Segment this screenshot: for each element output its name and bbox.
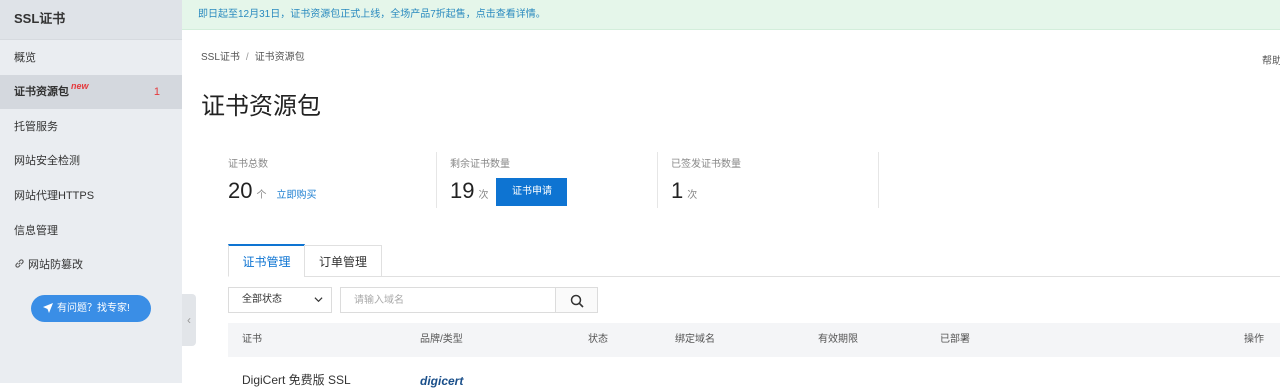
new-badge: new <box>71 81 89 91</box>
table-header: 证书 品牌/类型 状态 绑定域名 有效期限 已部署 操作 <box>228 323 1280 357</box>
sidebar-item-security-scan[interactable]: 网站安全检测 <box>0 144 182 178</box>
status-select-value: 全部状态 <box>242 294 282 305</box>
sidebar-item-tamper-protection[interactable]: 网站防篡改 <box>0 248 182 282</box>
count-badge: 1 <box>153 86 160 98</box>
help-link[interactable]: 帮助 <box>1262 52 1280 67</box>
stat-value: 19 <box>450 178 475 203</box>
stat-issued-certs: 已签发证书数量 1 次 <box>671 155 741 211</box>
apply-cert-button[interactable]: 证书申请 <box>496 178 568 206</box>
tab-label: 订单管理 <box>318 255 367 269</box>
divider <box>657 152 658 208</box>
chevron-left-icon: ‹ <box>187 313 191 327</box>
tab-cert-management[interactable]: 证书管理 <box>228 244 305 277</box>
tab-order-management[interactable]: 订单管理 <box>304 245 382 277</box>
stat-value: 1 <box>671 178 684 203</box>
sidebar-item-label: 网站代理HTTPS <box>14 190 95 202</box>
sidebar-item-label: 网站防篡改 <box>28 259 83 271</box>
column-header: 已部署 <box>940 334 970 345</box>
column-header: 有效期限 <box>818 334 858 345</box>
stat-label: 剩余证书数量 <box>450 159 510 170</box>
search-button[interactable] <box>555 287 598 313</box>
sidebar-item-label: 托管服务 <box>14 121 58 133</box>
promo-banner-text: 即日起至12月31日，证书资源包正式上线，全场产品7折起售，点击查看详情。 <box>198 9 546 20</box>
sidebar-item-https-proxy[interactable]: 网站代理HTTPS <box>0 179 182 213</box>
stat-value: 20 <box>228 178 253 203</box>
sidebar-title: SSL证书 <box>0 0 182 40</box>
breadcrumb-root[interactable]: SSL证书 <box>201 52 240 63</box>
sidebar-item-label: 网站安全检测 <box>14 155 80 167</box>
column-header: 品牌/类型 <box>420 334 463 345</box>
ask-expert-button[interactable]: 有问题？找专家! <box>31 295 151 322</box>
divider <box>878 152 879 208</box>
sidebar-item-label: 证书资源包 <box>14 86 69 98</box>
sidebar-item-overview[interactable]: 概览 <box>0 41 182 75</box>
chevron-down-icon <box>314 297 323 303</box>
stat-unit: 次 <box>687 190 698 201</box>
search-icon <box>570 294 584 308</box>
domain-search-input[interactable] <box>340 287 555 313</box>
sidebar: SSL证书 概览 证书资源包 new 1 托管服务 网站安全检测 网站代理HTTP… <box>0 0 182 383</box>
column-header: 操作 <box>1244 334 1264 345</box>
status-select[interactable]: 全部状态 <box>228 287 332 313</box>
sidebar-item-label: 信息管理 <box>14 225 58 237</box>
column-header: 证书 <box>242 334 262 345</box>
tab-baseline <box>228 276 1280 277</box>
ask-expert-label: 有问题？找专家! <box>57 303 130 314</box>
breadcrumb: SSL证书 / 证书资源包 <box>201 48 305 63</box>
column-header: 状态 <box>588 334 608 345</box>
sidebar-item-info-management[interactable]: 信息管理 <box>0 214 182 248</box>
divider <box>436 152 437 208</box>
link-icon <box>15 259 24 268</box>
buy-now-link[interactable]: 立即购买 <box>276 186 316 201</box>
promo-banner[interactable]: 即日起至12月31日，证书资源包正式上线，全场产品7折起售，点击查看详情。 <box>182 0 1280 30</box>
stat-label: 已签发证书数量 <box>671 159 741 170</box>
breadcrumb-current: 证书资源包 <box>254 52 305 63</box>
sidebar-item-hosting[interactable]: 托管服务 <box>0 110 182 144</box>
stat-label: 证书总数 <box>228 159 268 170</box>
stat-unit: 个 <box>256 190 267 201</box>
sidebar-item-label: 概览 <box>14 52 36 64</box>
sidebar-item-cert-packages[interactable]: 证书资源包 new 1 <box>0 75 182 109</box>
stat-total-certs: 证书总数 20 个 立即购买 <box>228 155 316 211</box>
tab-label: 证书管理 <box>242 255 291 269</box>
send-icon <box>43 303 53 313</box>
sidebar-collapse-handle[interactable]: ‹ <box>182 294 196 346</box>
breadcrumb-separator: / <box>245 52 249 63</box>
page-title: 证书资源包 <box>201 93 321 120</box>
stat-unit: 次 <box>478 190 489 201</box>
cert-name-cell[interactable]: DigiCert 免费版 SSL <box>242 371 351 388</box>
column-header: 绑定域名 <box>675 334 715 345</box>
digicert-logo: digicert <box>420 374 464 388</box>
stat-remaining-certs: 剩余证书数量 19 次 证书申请 <box>450 155 568 211</box>
